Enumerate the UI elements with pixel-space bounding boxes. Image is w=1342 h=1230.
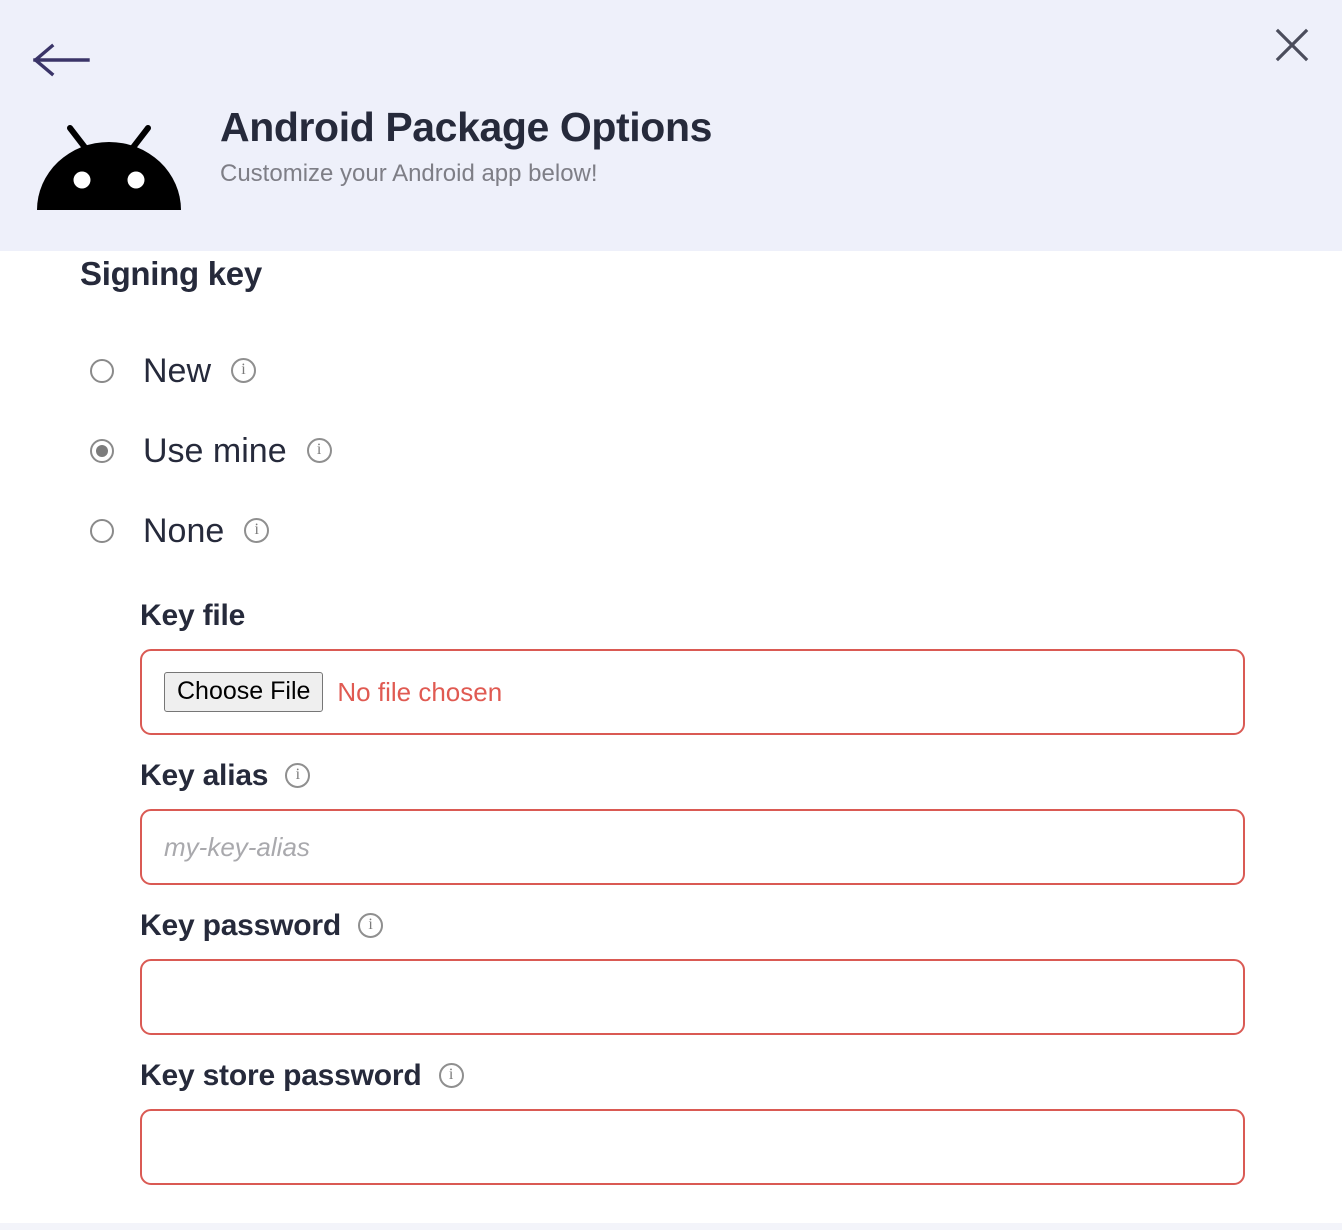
field-key-file: Key file Choose File No file chosen bbox=[140, 601, 1245, 735]
label-key-store-password: Key store password i bbox=[140, 1061, 1245, 1091]
bottom-edge-strip bbox=[0, 1223, 1342, 1230]
brand-row: Android Package Options Customize your A… bbox=[34, 104, 712, 214]
dialog-header: Android Package Options Customize your A… bbox=[0, 0, 1342, 251]
label-key-file-text: Key file bbox=[140, 599, 246, 632]
label-key-alias: Key alias i bbox=[140, 761, 1245, 791]
radio-option-none[interactable]: None i bbox=[90, 491, 690, 571]
radio-label-use-mine: Use mine bbox=[143, 432, 287, 470]
label-key-password-text: Key password bbox=[140, 909, 342, 942]
choose-file-button[interactable]: Choose File bbox=[164, 671, 324, 713]
info-icon-key-store-password[interactable]: i bbox=[438, 1062, 464, 1088]
field-key-alias: Key alias i bbox=[140, 761, 1245, 885]
label-key-password: Key password i bbox=[140, 911, 1245, 941]
radio-none[interactable] bbox=[90, 519, 114, 543]
info-icon-new[interactable]: i bbox=[231, 357, 257, 383]
radio-use-mine[interactable] bbox=[90, 439, 114, 463]
info-icon-key-alias[interactable]: i bbox=[285, 762, 311, 788]
radio-label-new: New bbox=[143, 352, 212, 390]
key-alias-input[interactable] bbox=[140, 809, 1245, 885]
title-block: Android Package Options Customize your A… bbox=[220, 104, 712, 188]
arrow-left-icon bbox=[32, 43, 90, 80]
section-title-signing-key: Signing key bbox=[80, 255, 262, 292]
field-key-password: Key password i bbox=[140, 911, 1245, 1035]
info-icon-none[interactable]: i bbox=[244, 517, 270, 543]
radio-option-use-mine[interactable]: Use mine i bbox=[90, 411, 690, 491]
android-robot-icon bbox=[34, 110, 184, 214]
key-store-password-input[interactable] bbox=[140, 1109, 1245, 1185]
signing-key-fields: Key file Choose File No file chosen Key … bbox=[140, 601, 1245, 1211]
close-icon bbox=[1275, 28, 1309, 65]
info-icon-key-password[interactable]: i bbox=[358, 912, 384, 938]
page-subtitle: Customize your Android app below! bbox=[220, 160, 598, 188]
radio-new[interactable] bbox=[90, 359, 114, 383]
close-button[interactable] bbox=[1264, 18, 1320, 74]
info-icon-use-mine[interactable]: i bbox=[306, 437, 332, 463]
label-key-file: Key file bbox=[140, 601, 1245, 631]
radio-label-none: None bbox=[143, 512, 225, 550]
key-file-input[interactable]: Choose File No file chosen bbox=[140, 649, 1245, 735]
signing-key-radio-group: New i Use mine i None i bbox=[90, 331, 690, 571]
page-title: Android Package Options bbox=[220, 104, 712, 150]
back-button[interactable] bbox=[32, 36, 94, 86]
label-key-store-password-text: Key store password bbox=[140, 1059, 422, 1092]
label-key-alias-text: Key alias bbox=[140, 759, 269, 792]
field-key-store-password: Key store password i bbox=[140, 1061, 1245, 1185]
key-password-input[interactable] bbox=[140, 959, 1245, 1035]
dialog-body: Signing key New i Use mine i None i Key … bbox=[0, 251, 1342, 1230]
file-status-text: No file chosen bbox=[337, 677, 503, 707]
radio-option-new[interactable]: New i bbox=[90, 331, 690, 411]
